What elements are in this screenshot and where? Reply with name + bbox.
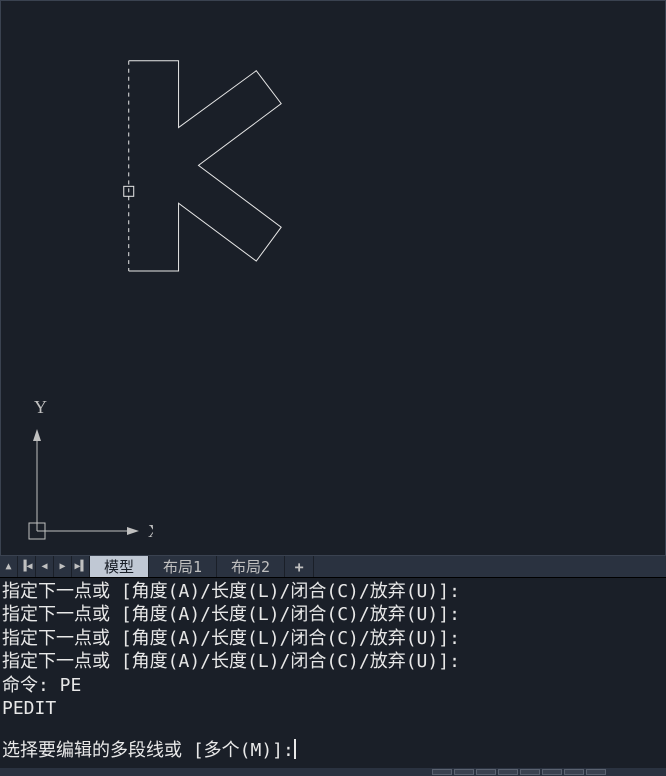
command-history[interactable]: 指定下一点或 [角度(A)/长度(L)/闭合(C)/放弃(U)]: 指定下一点或… — [0, 578, 666, 730]
text-cursor — [294, 739, 296, 759]
tab-nav-up[interactable]: ▲ — [0, 556, 18, 577]
command-prompt: 选择要编辑的多段线或 [多个(M)]: — [2, 736, 294, 762]
status-bar — [0, 768, 666, 776]
command-history-line: 指定下一点或 [角度(A)/长度(L)/闭合(C)/放弃(U)]: — [2, 603, 664, 626]
tab-nav-last[interactable]: ▶▌ — [72, 556, 90, 577]
drawing-canvas[interactable] — [1, 1, 665, 555]
command-history-line: 命令: PE — [2, 674, 664, 697]
command-history-line: PEDIT — [2, 697, 664, 720]
drawing-viewport[interactable]: Y X — [0, 0, 666, 556]
status-button[interactable] — [586, 769, 606, 775]
tab-nav-prev[interactable]: ◀ — [36, 556, 54, 577]
command-input-area[interactable]: 选择要编辑的多段线或 [多个(M)]: — [0, 730, 666, 768]
layout-tab-bar: ▲ ▐◀ ◀ ▶ ▶▌ 模型 布局1 布局2 + — [0, 556, 666, 578]
status-button[interactable] — [564, 769, 584, 775]
status-button[interactable] — [476, 769, 496, 775]
status-button[interactable] — [542, 769, 562, 775]
status-button[interactable] — [520, 769, 540, 775]
status-button[interactable] — [454, 769, 474, 775]
tab-layout1[interactable]: 布局1 — [149, 556, 217, 577]
command-history-line: 指定下一点或 [角度(A)/长度(L)/闭合(C)/放弃(U)]: — [2, 580, 664, 603]
command-history-line: 指定下一点或 [角度(A)/长度(L)/闭合(C)/放弃(U)]: — [2, 650, 664, 673]
tab-nav-first[interactable]: ▐◀ — [18, 556, 36, 577]
tab-model[interactable]: 模型 — [90, 556, 149, 577]
status-button[interactable] — [432, 769, 452, 775]
command-history-line: 指定下一点或 [角度(A)/长度(L)/闭合(C)/放弃(U)]: — [2, 627, 664, 650]
polyline-k-shape[interactable] — [129, 61, 281, 271]
status-button[interactable] — [498, 769, 518, 775]
tab-nav-next[interactable]: ▶ — [54, 556, 72, 577]
tab-layout2[interactable]: 布局2 — [217, 556, 285, 577]
tab-nav-buttons: ▲ ▐◀ ◀ ▶ ▶▌ — [0, 556, 90, 577]
tab-add[interactable]: + — [285, 556, 314, 577]
